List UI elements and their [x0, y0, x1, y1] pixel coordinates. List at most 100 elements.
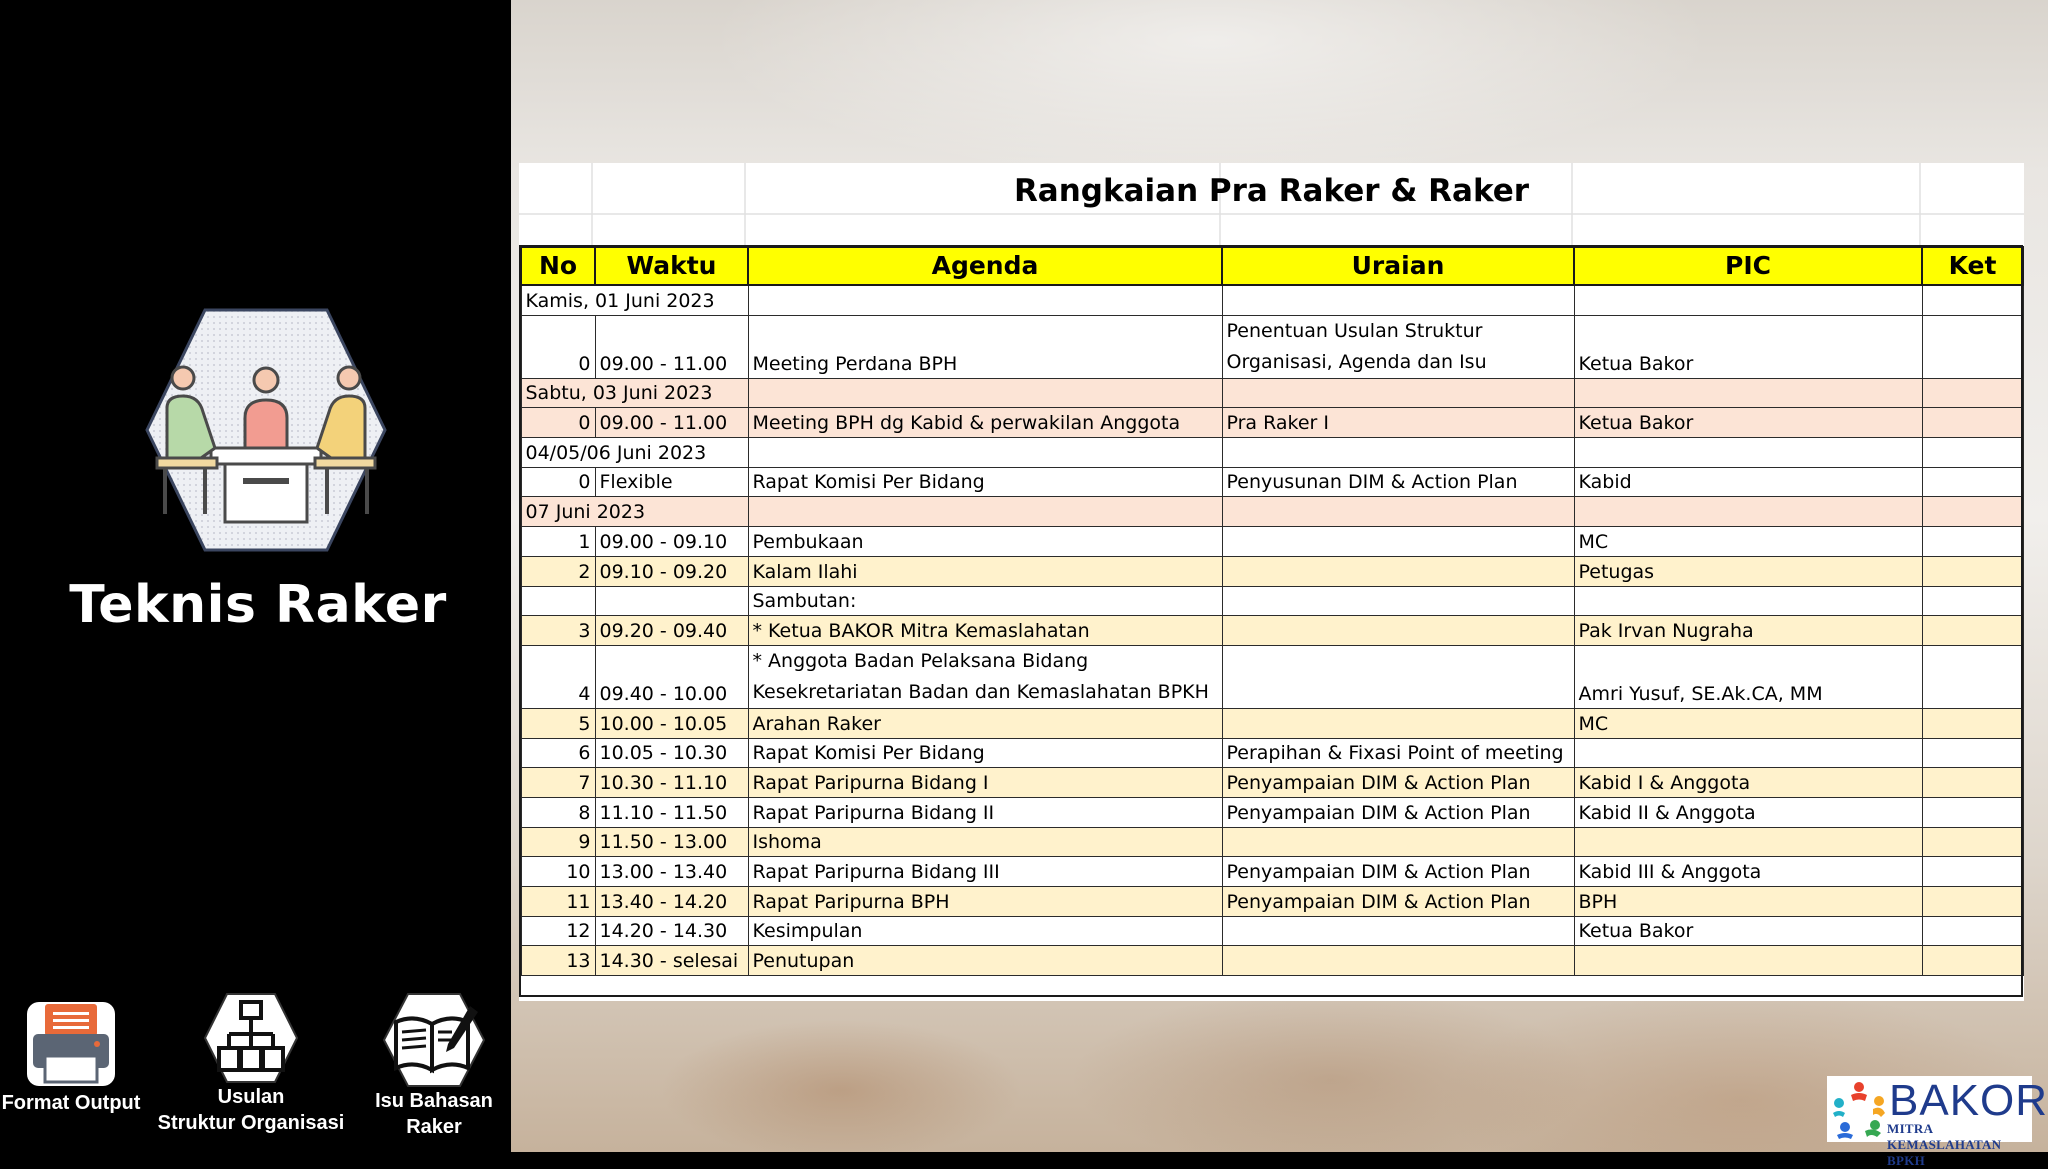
agenda-cell[interactable]: Rapat Paripurna Bidang II [747, 796, 1223, 828]
agenda-cell[interactable]: Rapat Komisi Per Bidang [747, 466, 1223, 498]
pic-cell[interactable] [1573, 496, 1923, 528]
no-cell[interactable]: 12 [520, 915, 596, 947]
uraian-cell[interactable]: Penyampaian DIM & Action Plan [1221, 767, 1575, 798]
agenda-cell[interactable]: Rapat Komisi Per Bidang [747, 737, 1223, 769]
agenda-cell[interactable]: Rapat Paripurna BPH [747, 886, 1223, 917]
ket-cell[interactable] [1921, 737, 2024, 769]
pic-cell[interactable]: MC [1573, 526, 1923, 557]
col-header-no[interactable]: No [520, 246, 596, 286]
uraian-cell[interactable]: Penentuan Usulan Struktur Organisasi, Age… [1221, 314, 1575, 379]
uraian-cell[interactable] [1221, 915, 1575, 947]
ket-cell[interactable] [1921, 377, 2024, 409]
ket-cell[interactable] [1921, 615, 2024, 646]
uraian-cell[interactable] [1221, 585, 1575, 617]
waktu-cell[interactable]: 10.30 - 11.10 [594, 767, 749, 798]
uraian-cell[interactable] [1221, 826, 1575, 858]
waktu-cell[interactable]: 13.40 - 14.20 [594, 886, 749, 917]
no-cell[interactable]: 0 [520, 314, 596, 379]
uraian-cell[interactable]: Penyusunan DIM & Action Plan [1221, 466, 1575, 498]
agenda-cell[interactable] [747, 437, 1223, 468]
ket-cell[interactable] [1921, 767, 2024, 798]
uraian-cell[interactable]: Penyampaian DIM & Action Plan [1221, 886, 1575, 917]
date-cell[interactable]: 04/05/06 Juni 2023 [520, 437, 749, 468]
waktu-cell[interactable]: 13.00 - 13.40 [594, 856, 749, 887]
uraian-cell[interactable]: Perapihan & Fixasi Point of meeting [1221, 737, 1575, 769]
pic-cell[interactable] [1573, 284, 1923, 316]
pic-cell[interactable]: Kabid I & Anggota [1573, 767, 1923, 798]
agenda-cell[interactable]: Meeting Perdana BPH [747, 314, 1223, 379]
waktu-cell[interactable] [594, 585, 749, 617]
waktu-cell[interactable]: 09.10 - 09.20 [594, 555, 749, 587]
ket-cell[interactable] [1921, 644, 2024, 709]
nav-isu-bahasan[interactable]: Isu Bahasan Raker [372, 992, 496, 1140]
no-cell[interactable]: 9 [520, 826, 596, 858]
waktu-cell[interactable]: 09.00 - 11.00 [594, 314, 749, 379]
agenda-cell[interactable]: * Ketua BAKOR Mitra Kemaslahatan [747, 615, 1223, 646]
no-cell[interactable]: 13 [520, 945, 596, 977]
col-header-pic[interactable]: PIC [1573, 246, 1923, 286]
pic-cell[interactable]: Kabid [1573, 466, 1923, 498]
no-cell[interactable] [520, 585, 596, 617]
uraian-cell[interactable] [1221, 644, 1575, 709]
waktu-cell[interactable]: Flexible [594, 466, 749, 498]
pic-cell[interactable] [1573, 945, 1923, 977]
pic-cell[interactable] [1573, 737, 1923, 769]
agenda-cell[interactable]: Arahan Raker [747, 707, 1223, 739]
agenda-cell[interactable]: Ishoma [747, 826, 1223, 858]
agenda-cell[interactable]: * Anggota Badan Pelaksana Bidang Kesekret… [747, 644, 1223, 709]
pic-cell[interactable] [1573, 826, 1923, 858]
waktu-cell[interactable]: 10.05 - 10.30 [594, 737, 749, 769]
ket-cell[interactable] [1921, 496, 2024, 528]
col-header-agenda[interactable]: Agenda [747, 246, 1223, 286]
ket-cell[interactable] [1921, 796, 2024, 828]
waktu-cell[interactable]: 09.00 - 09.10 [594, 526, 749, 557]
uraian-cell[interactable] [1221, 377, 1575, 409]
uraian-cell[interactable] [1221, 526, 1575, 557]
no-cell[interactable]: 10 [520, 856, 596, 887]
uraian-cell[interactable] [1221, 437, 1575, 468]
col-header-ket[interactable]: Ket [1921, 246, 2024, 286]
ket-cell[interactable] [1921, 856, 2024, 887]
uraian-cell[interactable] [1221, 496, 1575, 528]
uraian-cell[interactable] [1221, 945, 1575, 977]
ket-cell[interactable] [1921, 555, 2024, 587]
pic-cell[interactable] [1573, 585, 1923, 617]
uraian-cell[interactable]: Penyampaian DIM & Action Plan [1221, 796, 1575, 828]
pic-cell[interactable]: MC [1573, 707, 1923, 739]
uraian-cell[interactable] [1221, 555, 1575, 587]
ket-cell[interactable] [1921, 945, 2024, 977]
no-cell[interactable]: 6 [520, 737, 596, 769]
no-cell[interactable]: 8 [520, 796, 596, 828]
pic-cell[interactable] [1573, 377, 1923, 409]
waktu-cell[interactable]: 09.40 - 10.00 [594, 644, 749, 709]
waktu-cell[interactable]: 14.20 - 14.30 [594, 915, 749, 947]
agenda-cell[interactable]: Rapat Paripurna Bidang I [747, 767, 1223, 798]
date-cell[interactable]: 07 Juni 2023 [520, 496, 749, 528]
no-cell[interactable]: 0 [520, 407, 596, 439]
no-cell[interactable]: 7 [520, 767, 596, 798]
agenda-cell[interactable]: Rapat Paripurna Bidang III [747, 856, 1223, 887]
agenda-cell[interactable] [747, 284, 1223, 316]
nav-format-output[interactable]: Format Output [0, 998, 142, 1116]
ket-cell[interactable] [1921, 437, 2024, 468]
waktu-cell[interactable]: 09.00 - 11.00 [594, 407, 749, 439]
pic-cell[interactable]: BPH [1573, 886, 1923, 917]
no-cell[interactable]: 1 [520, 526, 596, 557]
nav-usulan-struktur[interactable]: Usulan Struktur Organisasi [150, 992, 352, 1136]
pic-cell[interactable]: Ketua Bakor [1573, 407, 1923, 439]
col-header-waktu[interactable]: Waktu [594, 246, 749, 286]
pic-cell[interactable]: Pak Irvan Nugraha [1573, 615, 1923, 646]
ket-cell[interactable] [1921, 826, 2024, 858]
ket-cell[interactable] [1921, 915, 2024, 947]
pic-cell[interactable]: Petugas [1573, 555, 1923, 587]
agenda-cell[interactable]: Kalam Ilahi [747, 555, 1223, 587]
uraian-cell[interactable]: Pra Raker I [1221, 407, 1575, 439]
agenda-cell[interactable] [747, 377, 1223, 409]
uraian-cell[interactable] [1221, 707, 1575, 739]
agenda-cell[interactable]: Pembukaan [747, 526, 1223, 557]
waktu-cell[interactable]: 11.50 - 13.00 [594, 826, 749, 858]
pic-cell[interactable]: Ketua Bakor [1573, 314, 1923, 379]
waktu-cell[interactable]: 14.30 - selesai [594, 945, 749, 977]
uraian-cell[interactable] [1221, 615, 1575, 646]
no-cell[interactable]: 5 [520, 707, 596, 739]
